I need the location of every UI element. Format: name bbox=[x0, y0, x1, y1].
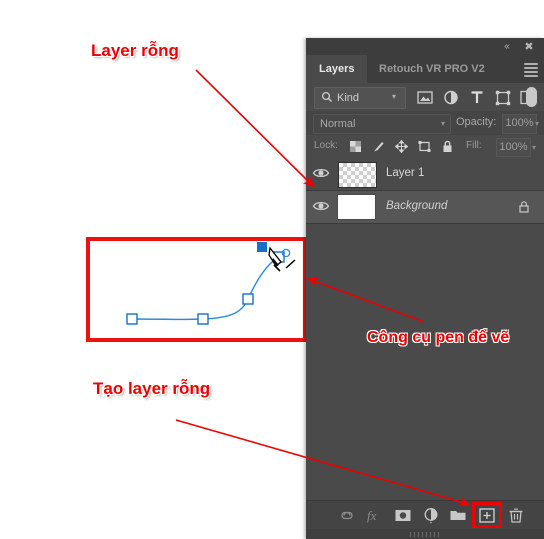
opacity-label: Opacity: bbox=[456, 116, 497, 128]
blend-mode-value: Normal bbox=[320, 118, 356, 130]
panel-titlebar: « ✖ bbox=[306, 38, 544, 55]
opacity-input[interactable]: 100% bbox=[502, 114, 537, 134]
shape-layer-filter-icon[interactable] bbox=[494, 89, 512, 106]
grip-dots-icon bbox=[410, 532, 440, 537]
anchor-point-2[interactable] bbox=[197, 313, 209, 325]
lock-transparent-pixels-icon[interactable] bbox=[348, 139, 363, 154]
lock-label: Lock: bbox=[314, 140, 338, 151]
selected-anchor-point[interactable] bbox=[257, 242, 267, 252]
blend-mode-select[interactable]: Normal ▾ bbox=[313, 114, 451, 134]
svg-text:fx: fx bbox=[367, 508, 377, 523]
filter-enable-toggle[interactable] bbox=[526, 87, 537, 107]
layer-locked-icon bbox=[519, 201, 529, 213]
layer-style-fx-icon[interactable]: fx bbox=[365, 507, 383, 524]
fill-chevron-down-icon[interactable]: ▾ bbox=[532, 143, 536, 152]
blend-mode-row: Normal ▾ Opacity: 100% ▾ bbox=[306, 111, 544, 136]
panel-resize-grip[interactable] bbox=[306, 529, 544, 539]
add-layer-mask-icon[interactable] bbox=[394, 507, 412, 524]
opacity-chevron-down-icon[interactable]: ▾ bbox=[535, 119, 539, 128]
layers-bottom-toolbar: fx bbox=[306, 500, 544, 529]
layer-filter-row: Kind ▾ bbox=[306, 83, 544, 112]
annotation-layer-rong: Layer rỗng bbox=[91, 41, 179, 61]
link-layers-icon[interactable] bbox=[338, 507, 356, 524]
opacity-value: 100% bbox=[505, 117, 534, 129]
arrow-to-eye bbox=[195, 69, 315, 188]
layer-name[interactable]: Background bbox=[386, 200, 447, 212]
layer-thumbnail[interactable] bbox=[338, 162, 377, 188]
layer-thumbnail[interactable] bbox=[337, 194, 376, 220]
screenshot-root: « ✖ Layers Retouch VR PRO V2 Kind ▾ Norm… bbox=[0, 0, 544, 539]
fill-value: 100% bbox=[499, 141, 528, 153]
type-layer-filter-icon[interactable] bbox=[468, 89, 486, 106]
adjustment-layer-filter-icon[interactable] bbox=[442, 89, 460, 106]
tab-retouch-vr-pro[interactable]: Retouch VR PRO V2 bbox=[366, 55, 498, 83]
table-row[interactable]: Background bbox=[306, 191, 544, 224]
fill-input[interactable]: 100% bbox=[496, 138, 531, 157]
new-adjustment-layer-icon[interactable] bbox=[422, 507, 440, 524]
layer-visibility-eye-icon[interactable] bbox=[312, 199, 330, 213]
hamburger-menu-icon[interactable] bbox=[524, 63, 538, 77]
layer-visibility-eye-icon[interactable] bbox=[312, 166, 330, 180]
table-row[interactable]: Layer 1 bbox=[306, 158, 544, 191]
search-icon bbox=[321, 91, 332, 102]
lock-position-icon[interactable] bbox=[394, 139, 409, 154]
close-icon[interactable]: ✖ bbox=[522, 40, 536, 53]
anchor-point-1[interactable] bbox=[126, 313, 138, 325]
pixel-layer-filter-icon[interactable] bbox=[416, 89, 434, 106]
anchor-point-3[interactable] bbox=[242, 293, 254, 305]
annotation-tao-layer-rong: Tạo layer rỗng bbox=[93, 379, 211, 399]
filter-kind-label: Kind bbox=[337, 92, 360, 104]
panel-tabstrip: Layers Retouch VR PRO V2 bbox=[306, 55, 544, 83]
filter-kind-select[interactable]: Kind ▾ bbox=[314, 87, 406, 109]
chevron-down-icon[interactable]: ▾ bbox=[441, 120, 445, 128]
annotation-cong-cu-pen: Công cụ pen để vẽ bbox=[367, 329, 510, 347]
double-chevron-left-icon[interactable]: « bbox=[500, 40, 514, 53]
new-group-icon[interactable] bbox=[449, 507, 467, 524]
lock-artboard-nesting-icon[interactable] bbox=[417, 139, 432, 154]
delete-layer-icon[interactable] bbox=[507, 507, 525, 524]
new-layer-button-highlight bbox=[472, 502, 502, 528]
pen-path-illustration bbox=[86, 237, 307, 342]
layer-name[interactable]: Layer 1 bbox=[386, 167, 424, 179]
tab-layers[interactable]: Layers bbox=[306, 55, 368, 83]
lock-row: Lock: Fill: 100% ▾ bbox=[306, 135, 544, 159]
lock-image-pixels-icon[interactable] bbox=[371, 139, 386, 154]
lock-all-icon[interactable] bbox=[440, 139, 455, 154]
fill-label: Fill: bbox=[466, 140, 482, 151]
layers-panel: « ✖ Layers Retouch VR PRO V2 Kind ▾ Norm… bbox=[306, 38, 544, 539]
chevron-down-icon[interactable]: ▾ bbox=[392, 93, 400, 101]
bezier-path bbox=[131, 256, 280, 321]
pen-path-svg bbox=[126, 242, 296, 325]
